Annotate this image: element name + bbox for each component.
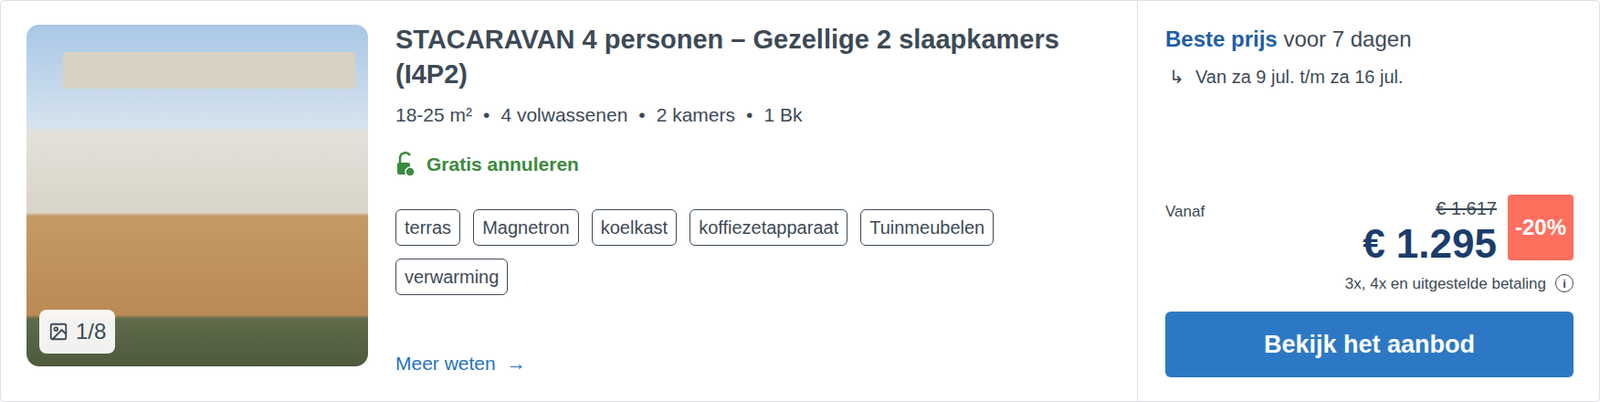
price-heading: Beste prijs voor 7 dagen [1165, 22, 1574, 56]
lock-icon [395, 151, 416, 178]
info-icon[interactable]: i [1555, 273, 1574, 293]
amenity-chip: Tuinmeubelen [860, 209, 994, 246]
amenity-chip: verwarming [395, 258, 508, 295]
offer-photo[interactable]: 1/8 [26, 24, 369, 367]
arrow-icon: → [506, 348, 527, 379]
more-label: Meer weten [395, 348, 496, 379]
date-line: ↳ Van za 9 jul. t/m za 16 jul. [1165, 63, 1574, 91]
view-offer-button[interactable]: Bekijk het aanbod [1165, 311, 1574, 378]
photo-count: 1/8 [75, 315, 106, 348]
date-range: Van za 9 jul. t/m za 16 jul. [1195, 63, 1404, 91]
amenity-chip: Magnetron [473, 209, 579, 246]
return-arrow-icon: ↳ [1168, 63, 1185, 91]
spec-separator: • [483, 100, 490, 130]
spec-item: 1 Bk [763, 100, 802, 130]
discount-badge: -20% [1507, 194, 1574, 261]
payment-options: 3x, 4x en uitgestelde betaling [1345, 272, 1547, 296]
payment-line: 3x, 4x en uitgestelde betaling i [1165, 272, 1574, 296]
amenity-chip: koelkast [591, 209, 677, 246]
offer-card: 1/8 STACARAVAN 4 personen – Gezellige 2 … [0, 0, 1600, 402]
photo-counter[interactable]: 1/8 [39, 309, 116, 354]
spec-list: 18-25 m² • 4 volwassenen • 2 kamers • 1 Bk [395, 100, 1110, 130]
cancellation-label: Gratis annuleren [426, 149, 579, 179]
spec-item: 2 kamers [656, 100, 736, 130]
cancellation: Gratis annuleren [395, 149, 1110, 179]
image-icon [48, 321, 69, 342]
spec-item: 18-25 m² [395, 100, 473, 130]
best-price-label: Beste prijs [1165, 26, 1278, 52]
current-price: € 1.295 [1362, 221, 1497, 266]
from-label: Vanaf [1165, 200, 1205, 224]
old-price: € 1.617 [1362, 194, 1497, 222]
amenity-list: terras Magnetron koelkast koffiezetapparaat… [395, 209, 1053, 295]
offer-title[interactable]: STACARAVAN 4 personen – Gezellige 2 slaa… [395, 22, 1110, 92]
amenity-chip: koffiezetapparaat [689, 209, 848, 246]
spec-separator: • [746, 100, 753, 130]
spec-separator: • [638, 100, 645, 130]
amenity-chip: terras [395, 209, 461, 246]
spec-item: 4 volwassenen [500, 100, 628, 130]
duration-label: voor 7 dagen [1283, 26, 1411, 52]
more-link[interactable]: Meer weten → [395, 348, 1110, 379]
